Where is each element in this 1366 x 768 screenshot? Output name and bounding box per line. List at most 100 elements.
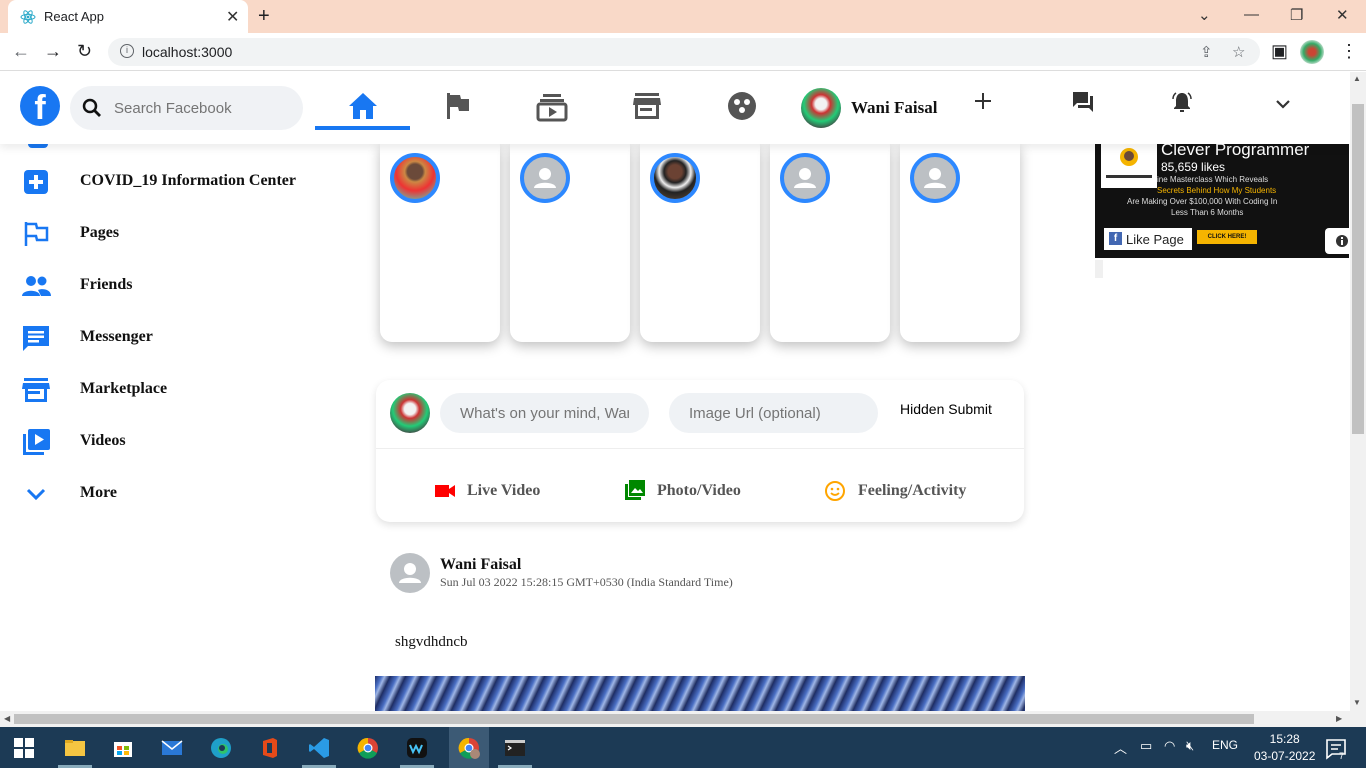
edge-icon[interactable] — [209, 736, 233, 760]
sidebar-item-label: Marketplace — [80, 380, 168, 397]
ad-cta-button[interactable]: CLICK HERE! — [1197, 230, 1257, 244]
message-input[interactable] — [440, 393, 649, 433]
story-card[interactable] — [510, 144, 630, 342]
composer-avatar — [390, 393, 430, 433]
sidebar-item-label: Pages — [80, 224, 120, 241]
sidebar-item-videos[interactable]: Videos — [20, 420, 350, 464]
photo-video-option[interactable]: Photo/Video — [624, 476, 754, 506]
sidebar-item-marketplace[interactable]: Marketplace — [20, 368, 350, 412]
post-avatar[interactable] — [390, 553, 430, 593]
scroll-right-arrow-icon[interactable]: ▶ — [1336, 714, 1342, 723]
taskbar-chrome-profile-active[interactable] — [449, 727, 489, 768]
store-app-icon[interactable] — [111, 736, 135, 760]
webex-icon[interactable] — [405, 736, 429, 760]
store-icon[interactable] — [631, 90, 663, 122]
flag-icon[interactable] — [442, 90, 474, 122]
mail-icon[interactable] — [160, 736, 184, 760]
ad-text-line: Are Making Over $100,000 With Coding In — [1127, 197, 1278, 206]
post-timestamp: Sun Jul 03 2022 15:28:15 GMT+0530 (India… — [440, 575, 733, 589]
ad-frame-edge — [1095, 260, 1103, 278]
info-icon[interactable] — [1325, 228, 1349, 254]
sidebar-item-friends[interactable]: Friends — [20, 264, 350, 308]
share-icon[interactable]: ⇪ — [1200, 43, 1213, 61]
feeling-activity-option[interactable]: Feeling/Activity — [824, 476, 974, 506]
option-label: Live Video — [467, 482, 541, 499]
groups-icon[interactable] — [726, 90, 758, 122]
vertical-scroll-thumb[interactable] — [1352, 104, 1364, 434]
minimize-icon[interactable]: — — [1244, 6, 1259, 23]
header-user-name[interactable]: Wani Faisal — [851, 98, 937, 118]
sidebar-avatar-partial — [28, 144, 48, 148]
sidebar-item-pages[interactable]: Pages — [20, 212, 350, 256]
story-avatar — [520, 153, 570, 203]
profile-avatar[interactable] — [1300, 40, 1324, 64]
live-video-option[interactable]: Live Video — [434, 476, 554, 506]
scroll-down-arrow-icon[interactable]: ▼ — [1353, 698, 1361, 707]
story-card[interactable] — [640, 144, 760, 342]
volume-muted-icon[interactable]: 🔇︎ — [1186, 738, 1194, 754]
battery-icon[interactable]: ▭ — [1140, 738, 1152, 754]
file-explorer-icon[interactable] — [63, 736, 87, 760]
clock-date: 03-07-2022 — [1254, 749, 1316, 763]
watch-icon[interactable] — [536, 90, 568, 122]
clock[interactable]: 15:28 03-07-2022 — [1254, 731, 1315, 765]
image-url-input[interactable] — [669, 393, 878, 433]
notification-center-icon[interactable] — [1324, 737, 1348, 761]
expand-more-icon[interactable] — [1273, 94, 1293, 114]
search-input[interactable] — [112, 96, 292, 120]
sidebar-item-covid[interactable]: COVID_19 Information Center — [20, 160, 350, 204]
divider — [376, 448, 1024, 449]
restore-icon[interactable]: ❐ — [1290, 6, 1303, 24]
home-icon[interactable] — [347, 90, 379, 122]
hidden-submit-button[interactable]: Hidden Submit — [894, 400, 998, 418]
close-window-icon[interactable]: ✕ — [1336, 6, 1349, 24]
bookmark-star-icon[interactable]: ☆ — [1232, 43, 1245, 61]
url-text[interactable]: localhost:3000 — [142, 44, 232, 60]
facebook-f-icon: f — [1109, 232, 1122, 245]
forward-icon[interactable]: → — [44, 41, 62, 62]
story-card[interactable] — [900, 144, 1020, 342]
chevron-up-icon[interactable]: ︿ — [1114, 738, 1127, 757]
tab-search-chevron-icon[interactable]: ⌄ — [1198, 6, 1211, 24]
new-tab-icon[interactable]: + — [258, 5, 270, 28]
terminal-icon[interactable] — [503, 736, 527, 760]
address-bar[interactable]: i localhost:3000 ⇪ ☆ — [108, 38, 1260, 66]
chrome-icon[interactable] — [356, 736, 380, 760]
vscode-icon[interactable] — [307, 736, 331, 760]
browser-toolbar: ← → ↻ i localhost:3000 ⇪ ☆ ▣ ⋮ — [0, 33, 1366, 71]
post-image — [375, 676, 1025, 711]
people-icon — [22, 276, 51, 296]
ad-page-title[interactable]: Clever Programmer — [1161, 144, 1309, 160]
story-avatar — [910, 153, 960, 203]
browser-menu-icon[interactable]: ⋮ — [1340, 41, 1358, 62]
user-avatar[interactable] — [801, 88, 841, 128]
add-icon[interactable] — [973, 91, 993, 111]
post-composer: Hidden Submit Live Video Photo/Video Fee… — [376, 380, 1024, 522]
sidebar-item-label: More — [80, 484, 118, 501]
windows-start-icon[interactable] — [12, 736, 36, 760]
notifications-active-icon[interactable] — [1170, 90, 1194, 114]
side-panel-icon[interactable]: ▣ — [1271, 41, 1288, 62]
site-info-icon[interactable]: i — [120, 44, 134, 58]
wifi-icon[interactable]: ◠ — [1164, 738, 1175, 754]
search-box[interactable] — [70, 86, 303, 130]
office-icon[interactable] — [258, 736, 282, 760]
scroll-left-arrow-icon[interactable]: ◀ — [4, 714, 10, 723]
scroll-up-arrow-icon[interactable]: ▲ — [1353, 74, 1361, 83]
reload-icon[interactable]: ↻ — [77, 41, 92, 62]
forum-icon[interactable] — [1071, 90, 1095, 114]
story-avatar — [390, 153, 440, 203]
sponsored-page-plugin[interactable]: Clever Programmer 85,659 likes ine Maste… — [1095, 144, 1349, 258]
story-card[interactable] — [380, 144, 500, 342]
sidebar-item-more[interactable]: More — [20, 472, 350, 516]
facebook-logo-icon[interactable]: f — [20, 86, 60, 126]
close-tab-icon[interactable]: ✕ — [226, 7, 239, 27]
notification-count-badge: 7 — [1339, 751, 1345, 761]
sidebar-item-messenger[interactable]: Messenger — [20, 316, 350, 360]
story-card[interactable] — [770, 144, 890, 342]
horizontal-scroll-thumb[interactable] — [14, 714, 1254, 724]
ad-text-line: Less Than 6 Months — [1171, 208, 1244, 217]
browser-tab[interactable]: React App ✕ — [8, 0, 248, 33]
back-icon[interactable]: ← — [12, 41, 30, 62]
language-indicator[interactable]: ENG — [1212, 738, 1238, 752]
